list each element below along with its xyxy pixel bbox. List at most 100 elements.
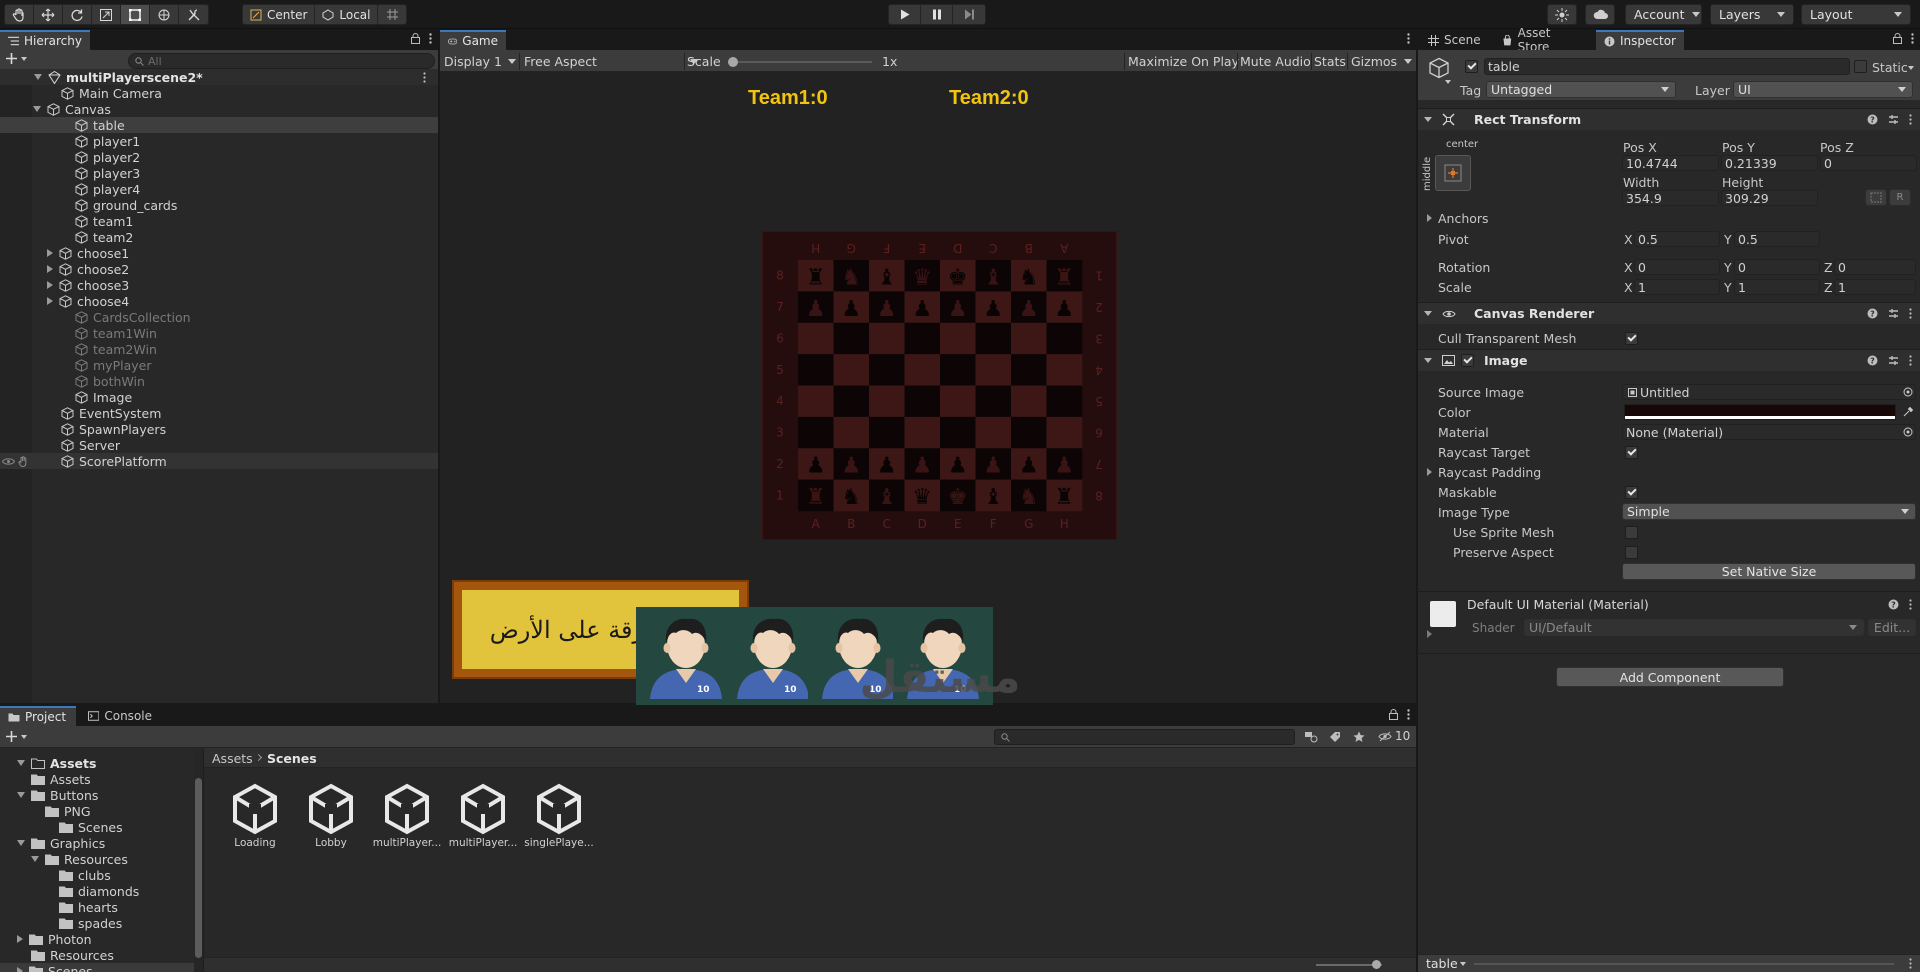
chevron-down-icon[interactable] <box>1460 962 1466 966</box>
expand-arrow-icon[interactable] <box>17 935 23 943</box>
hierarchy-item[interactable]: ground_cards <box>0 197 438 213</box>
raycast-padding-label[interactable]: Raycast Padding <box>1438 465 1541 480</box>
hierarchy-item[interactable]: EventSystem <box>0 405 438 421</box>
stats-toggle[interactable]: Stats <box>1314 51 1346 72</box>
posz-field[interactable]: 0 <box>1820 155 1917 171</box>
image-header[interactable]: Image ? <box>1418 349 1920 371</box>
kebab-menu-icon[interactable] <box>1909 355 1912 366</box>
hidden-packages-toggle[interactable]: 10 <box>1378 729 1410 743</box>
collab-button[interactable] <box>1548 5 1576 24</box>
foldout-arrow-icon[interactable] <box>1424 117 1432 122</box>
kebab-menu-icon[interactable] <box>1909 308 1912 319</box>
layers-dropdown[interactable]: Layers <box>1710 4 1794 25</box>
scene-asset[interactable]: multiPlayer... <box>372 781 442 851</box>
tab-game[interactable]: Game <box>440 30 506 50</box>
expand-arrow-icon[interactable] <box>17 840 25 846</box>
expand-arrow-icon[interactable] <box>34 74 42 80</box>
display-dropdown[interactable]: Display 1 <box>444 51 517 72</box>
image-type-dropdown[interactable]: Simple <box>1622 503 1916 520</box>
hierarchy-item[interactable]: ScorePlatform <box>0 453 438 469</box>
hierarchy-item[interactable]: Server <box>0 437 438 453</box>
project-folder[interactable]: Assets <box>0 755 194 771</box>
object-picker-icon[interactable] <box>1903 427 1913 437</box>
rotation-z-field[interactable]: 0 <box>1834 259 1916 275</box>
edit-shader-button[interactable]: Edit... <box>1868 619 1916 636</box>
scale-slider-thumb[interactable] <box>728 57 738 67</box>
pickable-hand-icon[interactable] <box>18 456 29 467</box>
create-button[interactable] <box>6 53 27 64</box>
grid-snap-button[interactable] <box>378 5 406 24</box>
lock-icon[interactable] <box>1893 33 1902 44</box>
anchor-preset-button[interactable] <box>1435 155 1471 191</box>
canvas-renderer-header[interactable]: Canvas Renderer ? <box>1418 302 1920 324</box>
preset-icon[interactable] <box>1888 308 1899 319</box>
label-tag-icon[interactable] <box>1329 731 1341 743</box>
project-folder[interactable]: Scenes <box>0 819 194 835</box>
icon-size-slider-thumb[interactable] <box>1372 960 1381 969</box>
rotation-x-field[interactable]: 0 <box>1634 259 1720 275</box>
preview-resize-handle[interactable] <box>1474 963 1894 965</box>
project-folder[interactable]: Buttons <box>0 787 194 803</box>
expand-arrow-icon[interactable] <box>47 297 53 305</box>
lock-icon[interactable] <box>411 33 420 44</box>
hierarchy-item[interactable]: table <box>0 117 438 133</box>
favorite-star-icon[interactable] <box>1353 731 1365 743</box>
scene-asset[interactable]: singlePlaye... <box>524 781 594 851</box>
tab-scene[interactable]: Scene <box>1420 30 1490 50</box>
posy-field[interactable]: 0.21339 <box>1721 155 1818 171</box>
account-dropdown[interactable]: Account <box>1625 4 1702 25</box>
gizmos-toggle[interactable]: Gizmos <box>1351 51 1397 72</box>
project-folder[interactable]: clubs <box>0 867 194 883</box>
tab-console[interactable]: Console <box>80 706 160 726</box>
tree-scrollbar[interactable] <box>194 750 203 972</box>
scene-row[interactable]: multiPlayerscene2* <box>0 69 438 85</box>
hierarchy-item[interactable]: Main Camera <box>0 85 438 101</box>
expand-arrow-icon[interactable] <box>31 856 39 862</box>
rect-tool-button[interactable] <box>121 5 150 24</box>
scale-z-field[interactable]: 1 <box>1834 279 1916 295</box>
expand-arrow-icon[interactable] <box>47 265 53 273</box>
tag-dropdown[interactable]: Untagged <box>1486 81 1676 98</box>
hierarchy-item[interactable]: choose4 <box>0 293 438 309</box>
source-image-field[interactable]: Untitled <box>1622 384 1916 400</box>
hierarchy-item[interactable]: Canvas <box>0 101 438 117</box>
kebab-menu-icon[interactable] <box>1909 114 1912 125</box>
cull-transparent-checkbox[interactable] <box>1625 332 1638 345</box>
custom-tools-button[interactable] <box>179 5 208 24</box>
rect-transform-header[interactable]: Rect Transform ? <box>1418 108 1920 130</box>
project-folder[interactable]: Resources <box>0 851 194 867</box>
kebab-menu-icon[interactable] <box>1407 33 1410 44</box>
hierarchy-item[interactable]: player1 <box>0 133 438 149</box>
play-button[interactable] <box>889 5 921 24</box>
hierarchy-item[interactable]: team1Win <box>0 325 438 341</box>
project-folder[interactable]: PNG <box>0 803 194 819</box>
expand-arrow-icon[interactable] <box>17 967 23 972</box>
rotate-tool-button[interactable] <box>63 5 92 24</box>
scale-slider[interactable] <box>728 57 872 67</box>
tree-scrollbar-thumb[interactable] <box>195 778 202 958</box>
preserve-aspect-checkbox[interactable] <box>1625 546 1638 559</box>
layout-dropdown[interactable]: Layout <box>1801 4 1911 25</box>
hierarchy-item[interactable]: team1 <box>0 213 438 229</box>
tab-project[interactable]: Project <box>0 706 76 726</box>
foldout-arrow-icon[interactable] <box>1427 630 1432 638</box>
breadcrumb-scenes[interactable]: Scenes <box>267 751 317 766</box>
foldout-arrow-icon[interactable] <box>1427 468 1432 476</box>
object-picker-icon[interactable] <box>1903 387 1913 397</box>
hierarchy-item[interactable]: bothWin <box>0 373 438 389</box>
visibility-eye-icon[interactable] <box>2 457 15 466</box>
width-field[interactable]: 354.9 <box>1622 190 1719 206</box>
cloud-button[interactable] <box>1586 5 1614 24</box>
expand-arrow-icon[interactable] <box>33 106 41 112</box>
posx-field[interactable]: 10.4744 <box>1622 155 1719 171</box>
hierarchy-search[interactable]: All <box>128 53 435 69</box>
scene-asset[interactable]: Lobby <box>296 781 366 851</box>
add-component-button[interactable]: Add Component <box>1556 667 1784 687</box>
hierarchy-item[interactable]: CardsCollection <box>0 309 438 325</box>
use-sprite-mesh-checkbox[interactable] <box>1625 526 1638 539</box>
mute-audio-toggle[interactable]: Mute Audio <box>1240 51 1311 72</box>
project-folder[interactable]: hearts <box>0 899 194 915</box>
pivot-x-field[interactable]: 0.5 <box>1634 231 1720 247</box>
maximize-on-play-toggle[interactable]: Maximize On Play <box>1128 51 1239 72</box>
tab-hierarchy[interactable]: Hierarchy <box>0 30 90 50</box>
